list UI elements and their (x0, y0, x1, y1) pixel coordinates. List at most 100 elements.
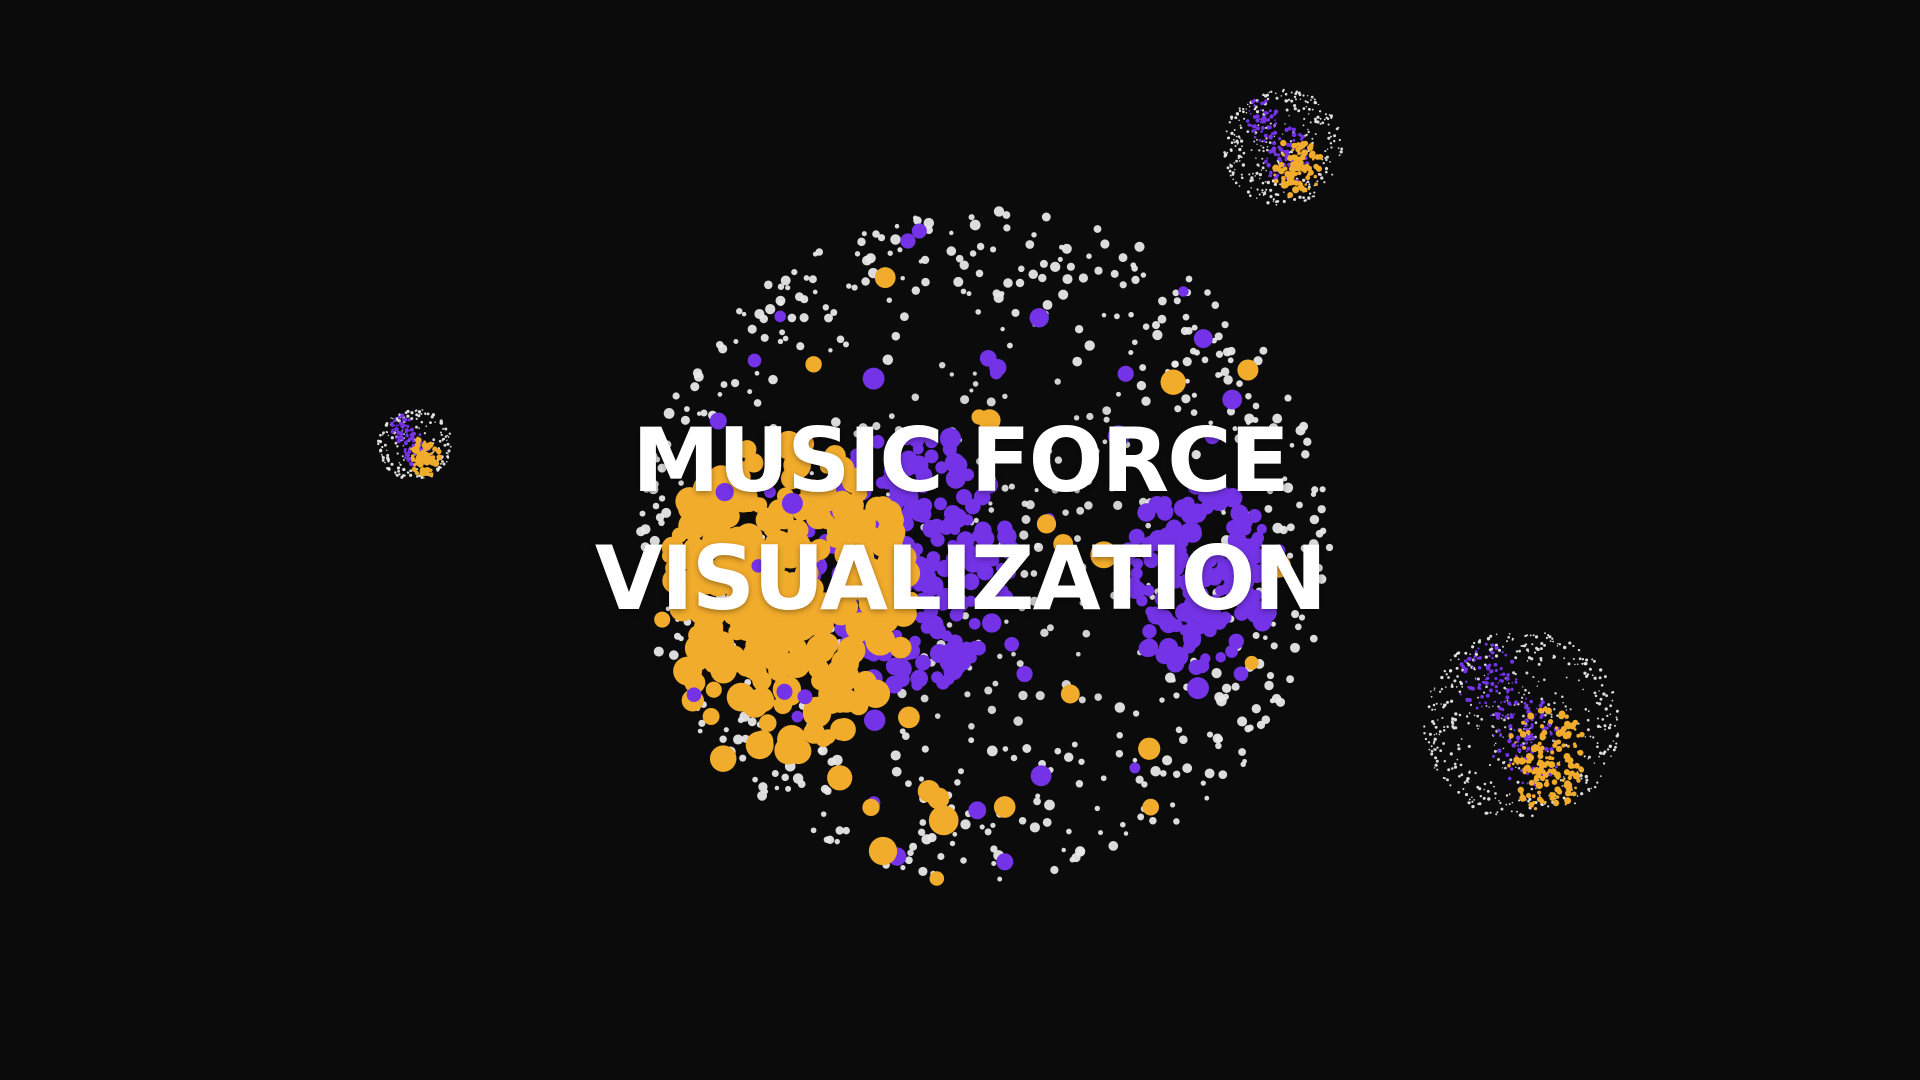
particle-purple[interactable] (1467, 697, 1472, 703)
particle-purple[interactable] (1515, 678, 1518, 681)
particle-orange[interactable] (1303, 169, 1307, 174)
particle-orange[interactable] (1544, 764, 1548, 768)
particle-white[interactable] (1489, 811, 1492, 814)
particle-white[interactable] (1185, 275, 1193, 283)
particle-white[interactable] (968, 214, 975, 221)
particle-orange[interactable] (1577, 750, 1580, 754)
particle-white[interactable] (1050, 865, 1059, 875)
particle-purple[interactable] (911, 223, 927, 239)
particle-orange[interactable] (1525, 759, 1531, 764)
particle-white[interactable] (1232, 138, 1235, 141)
particle-white[interactable] (1443, 703, 1447, 707)
particle-purple[interactable] (1497, 712, 1501, 716)
particle-white[interactable] (1211, 667, 1222, 679)
particle-white[interactable] (1587, 787, 1591, 791)
particle-white[interactable] (1245, 108, 1247, 110)
particle-white[interactable] (1253, 140, 1256, 143)
particle-white[interactable] (1237, 135, 1241, 138)
particle-white[interactable] (1172, 289, 1180, 297)
particle-purple[interactable] (1530, 741, 1533, 744)
particle-white[interactable] (1592, 659, 1596, 663)
particle-white[interactable] (1254, 175, 1256, 177)
particle-white[interactable] (1602, 762, 1606, 765)
particle-white[interactable] (1281, 133, 1284, 135)
particle-purple[interactable] (1516, 744, 1520, 747)
particle-white[interactable] (1246, 190, 1251, 194)
particle-white[interactable] (987, 705, 997, 715)
particle-white[interactable] (1258, 193, 1261, 196)
particle-purple[interactable] (1271, 146, 1277, 151)
particle-purple[interactable] (1484, 701, 1488, 705)
particle-white[interactable] (1467, 744, 1471, 748)
particle-white[interactable] (1583, 662, 1587, 666)
particle-white[interactable] (1450, 699, 1454, 703)
particle-white[interactable] (1307, 128, 1309, 131)
particle-white[interactable] (1321, 121, 1325, 125)
particle-white[interactable] (810, 827, 817, 834)
particle-white[interactable] (1062, 274, 1073, 285)
particle-white[interactable] (1322, 161, 1325, 165)
particle-white[interactable] (1553, 701, 1556, 705)
particle-white[interactable] (1269, 188, 1273, 192)
particle-purple[interactable] (1259, 109, 1262, 112)
particle-white[interactable] (1233, 162, 1235, 164)
particle-white[interactable] (1232, 178, 1235, 181)
particle-white[interactable] (1265, 141, 1268, 144)
particle-orange[interactable] (874, 267, 896, 289)
particle-white[interactable] (1110, 269, 1119, 278)
particle-purple[interactable] (1474, 678, 1477, 681)
particle-orange[interactable] (1566, 726, 1571, 730)
particle-purple[interactable] (1269, 114, 1274, 119)
particle-white[interactable] (1002, 746, 1009, 752)
particle-white[interactable] (1434, 708, 1437, 711)
particle-white[interactable] (954, 779, 961, 786)
particle-white[interactable] (1275, 697, 1286, 707)
particle-white[interactable] (1226, 166, 1230, 170)
particle-orange[interactable] (805, 356, 822, 373)
particle-orange[interactable] (1571, 764, 1576, 769)
particle-purple[interactable] (1490, 682, 1494, 686)
particle-white[interactable] (1231, 682, 1240, 691)
particle-white[interactable] (1061, 847, 1066, 853)
particle-white[interactable] (1325, 155, 1329, 159)
particle-white[interactable] (909, 842, 918, 851)
particle-white[interactable] (1442, 729, 1446, 732)
particle-white[interactable] (1443, 725, 1446, 729)
particle-orange[interactable] (1304, 183, 1307, 186)
particle-white[interactable] (1000, 326, 1005, 332)
particle-orange[interactable] (1549, 792, 1553, 796)
particle-white[interactable] (1094, 805, 1101, 812)
particle-white[interactable] (1308, 192, 1312, 195)
particle-white[interactable] (1527, 650, 1530, 653)
particle-white[interactable] (1543, 720, 1546, 723)
particle-white[interactable] (1497, 757, 1500, 761)
particle-orange[interactable] (1560, 725, 1567, 732)
particle-purple[interactable] (1253, 128, 1257, 132)
particle-white[interactable] (1554, 692, 1557, 695)
particle-orange[interactable] (1507, 763, 1511, 768)
particle-white[interactable] (934, 713, 941, 719)
particle-purple[interactable] (1496, 728, 1501, 733)
particle-purple[interactable] (776, 683, 793, 700)
particle-white[interactable] (1596, 724, 1601, 729)
particle-orange[interactable] (1307, 169, 1314, 176)
particle-purple[interactable] (1278, 137, 1282, 141)
particle-white[interactable] (1135, 775, 1144, 784)
particle-purple[interactable] (1526, 782, 1529, 785)
particle-white[interactable] (1493, 744, 1496, 746)
particle-white[interactable] (972, 381, 979, 387)
particle-orange[interactable] (1561, 743, 1566, 748)
particle-white[interactable] (1261, 166, 1265, 170)
particle-white[interactable] (1240, 173, 1243, 176)
particle-white[interactable] (692, 368, 703, 378)
particle-purple[interactable] (1468, 686, 1473, 691)
particle-white[interactable] (1288, 115, 1290, 117)
particle-white[interactable] (1029, 822, 1040, 833)
particle-orange[interactable] (830, 718, 853, 741)
particle-white[interactable] (920, 694, 929, 703)
particle-white[interactable] (1323, 181, 1326, 184)
particle-orange[interactable] (1571, 791, 1577, 797)
particle-purple[interactable] (1187, 677, 1209, 700)
particle-white[interactable] (1615, 718, 1619, 721)
particle-white[interactable] (949, 372, 955, 377)
